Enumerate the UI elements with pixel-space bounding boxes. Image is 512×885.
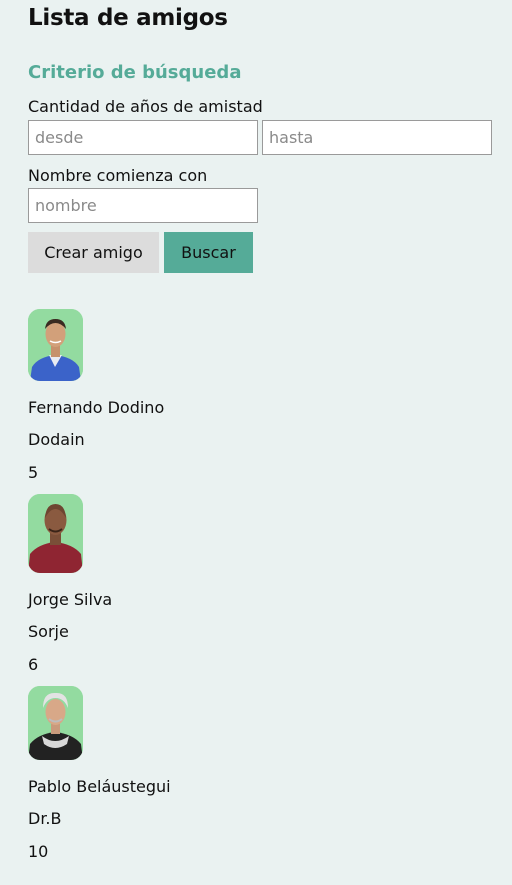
friend-avatar xyxy=(28,686,83,760)
friend-avatar xyxy=(28,494,83,573)
friend-years: 5 xyxy=(28,463,39,482)
create-friend-button[interactable]: Crear amigo xyxy=(28,232,159,273)
years-to-input[interactable] xyxy=(262,120,492,155)
friend-nickname: Sorje xyxy=(28,622,69,641)
friend-nickname: Dr.B xyxy=(28,809,62,828)
friend-name: Fernando Dodino xyxy=(28,398,165,417)
years-from-input[interactable] xyxy=(28,120,258,155)
friend-nickname: Dodain xyxy=(28,430,85,449)
search-section-title: Criterio de búsqueda xyxy=(28,62,242,83)
name-starts-with-label: Nombre comienza con xyxy=(28,166,208,185)
search-button[interactable]: Buscar xyxy=(164,232,253,273)
friend-years: 10 xyxy=(28,842,49,861)
friend-years: 6 xyxy=(28,655,39,674)
friend-name: Pablo Beláustegui xyxy=(28,777,171,796)
friend-avatar xyxy=(28,309,83,381)
name-input[interactable] xyxy=(28,188,258,223)
friend-name: Jorge Silva xyxy=(28,590,113,609)
page-title: Lista de amigos xyxy=(28,5,228,31)
years-of-friendship-label: Cantidad de años de amistad xyxy=(28,97,263,116)
